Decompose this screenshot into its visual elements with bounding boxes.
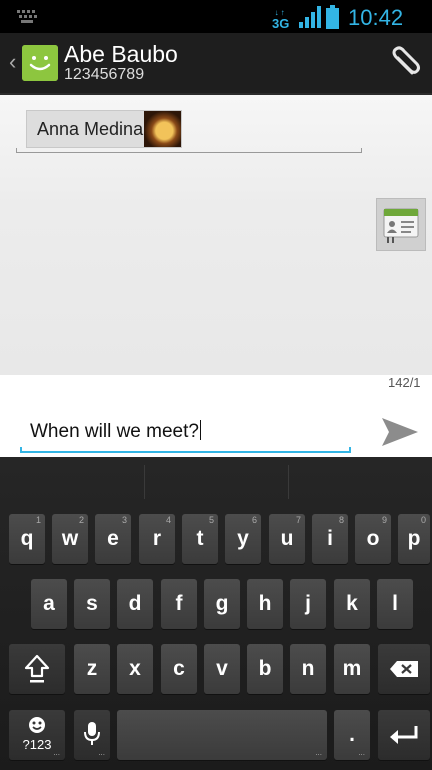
message-input-underline — [20, 447, 351, 453]
key-w[interactable]: 2w — [52, 514, 88, 564]
symbols-key[interactable]: ?123 ... — [9, 710, 65, 760]
key-a[interactable]: a — [31, 579, 67, 629]
key-u[interactable]: 7u — [269, 514, 305, 564]
battery-icon — [326, 5, 339, 29]
key-s[interactable]: s — [74, 579, 110, 629]
suggestion-divider — [288, 465, 289, 499]
contacts-book-icon[interactable] — [376, 198, 426, 251]
character-counter: 142/1 — [388, 375, 421, 390]
microphone-icon — [84, 722, 100, 745]
recipient-chip[interactable]: Anna Medina — [26, 110, 182, 148]
network-type: ↓↑ 3G — [272, 8, 290, 31]
key-c[interactable]: c — [161, 644, 197, 694]
key-q[interactable]: 1q — [9, 514, 45, 564]
voice-input-key[interactable]: ... — [74, 710, 110, 760]
send-icon[interactable] — [380, 416, 420, 448]
key-b[interactable]: b — [247, 644, 283, 694]
key-g[interactable]: g — [204, 579, 240, 629]
key-d[interactable]: d — [117, 579, 153, 629]
key-l[interactable]: l — [377, 579, 413, 629]
key-t[interactable]: 5t — [182, 514, 218, 564]
key-x[interactable]: x — [117, 644, 153, 694]
enter-icon — [390, 726, 418, 744]
contact-number: 123456789 — [64, 66, 145, 83]
messaging-avatar-icon[interactable] — [22, 45, 58, 81]
key-j[interactable]: j — [290, 579, 326, 629]
backspace-icon — [390, 661, 418, 677]
conversation-header: ‹ Abe Baubo 123456789 — [0, 33, 432, 95]
contact-name: Abe Baubo — [64, 41, 178, 67]
shift-icon — [24, 654, 50, 683]
compose-area: 142/1 When will we meet? — [0, 375, 432, 457]
key-p[interactable]: 0p — [398, 514, 430, 564]
signal-icon — [299, 6, 321, 28]
recipient-field-underline — [16, 148, 362, 153]
key-o[interactable]: 9o — [355, 514, 391, 564]
key-h[interactable]: h — [247, 579, 283, 629]
recipients-area: Anna Medina — [0, 95, 432, 375]
key-m[interactable]: m — [334, 644, 370, 694]
key-z[interactable]: z — [74, 644, 110, 694]
emoji-icon — [29, 717, 45, 733]
recipient-photo — [144, 111, 181, 147]
key-y[interactable]: 6y — [225, 514, 261, 564]
space-key[interactable]: ... — [117, 710, 327, 760]
key-i[interactable]: 8i — [312, 514, 348, 564]
recipient-chip-label: Anna Medina — [37, 119, 144, 139]
enter-key[interactable] — [378, 710, 430, 760]
status-bar: ↓↑3G 10:42 AM — [0, 0, 432, 56]
shift-key[interactable] — [9, 644, 65, 694]
backspace-key[interactable] — [378, 644, 430, 694]
key-k[interactable]: k — [334, 579, 370, 629]
key-period[interactable]: .... — [334, 710, 370, 760]
key-n[interactable]: n — [290, 644, 326, 694]
soft-keyboard: 1q 2w 3e 4r 5t 6y 7u 8i 9o 0p a s d f g … — [0, 457, 432, 770]
key-r[interactable]: 4r — [139, 514, 175, 564]
suggestion-divider — [144, 465, 145, 499]
paperclip-icon[interactable] — [384, 43, 424, 83]
message-input[interactable]: When will we meet? — [30, 420, 201, 443]
keyboard-notification-icon — [17, 10, 39, 23]
chevron-left-icon[interactable]: ‹ — [9, 49, 16, 75]
key-f[interactable]: f — [161, 579, 197, 629]
key-e[interactable]: 3e — [95, 514, 131, 564]
key-v[interactable]: v — [204, 644, 240, 694]
